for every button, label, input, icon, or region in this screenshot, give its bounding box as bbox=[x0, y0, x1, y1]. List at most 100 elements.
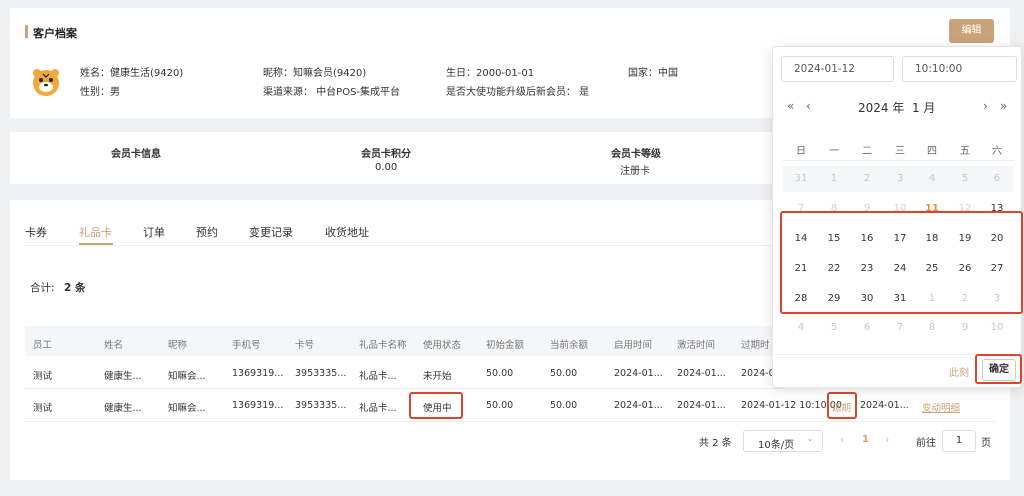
tab-appointments[interactable]: 预约 bbox=[196, 224, 218, 240]
cell: 测试 bbox=[33, 403, 53, 414]
cell: 礼品卡... bbox=[359, 371, 397, 382]
prev-month-icon[interactable]: ‹ bbox=[806, 99, 811, 113]
calendar-day[interactable]: 31 bbox=[789, 173, 813, 184]
cell: 2024-01... bbox=[677, 400, 726, 411]
field-channel: 渠道来源： 中台POS-集成平台 bbox=[263, 87, 401, 98]
current-page[interactable]: 1 bbox=[862, 434, 869, 445]
card-level-title: 会员卡等级 bbox=[611, 149, 661, 160]
th-balance: 当前余额 bbox=[550, 340, 589, 351]
th-nickname: 昵称 bbox=[168, 340, 188, 351]
calendar-range-highlight bbox=[780, 211, 1023, 314]
next-page-icon[interactable]: › bbox=[885, 433, 889, 446]
date-input[interactable]: 2024-01-12 bbox=[781, 56, 894, 82]
cell: 50.00 bbox=[550, 400, 578, 411]
card-level-value: 注册卡 bbox=[620, 166, 650, 177]
calendar-day[interactable]: 8 bbox=[920, 322, 944, 333]
page-suffix: 页 bbox=[981, 438, 991, 449]
prev-year-icon[interactable]: « bbox=[787, 99, 794, 113]
calendar-day[interactable]: 4 bbox=[789, 322, 813, 333]
cell: 50.00 bbox=[550, 368, 578, 379]
field-ambassador: 是否大使功能升级后新会员： 是 bbox=[446, 87, 590, 98]
profile-title: 客户档案 bbox=[33, 27, 77, 40]
summary-label: 合计: bbox=[30, 282, 55, 294]
th-activate-time: 激活时间 bbox=[677, 340, 716, 351]
page-size-select[interactable]: 10条/页 ⌄ bbox=[743, 430, 823, 452]
calendar-day[interactable]: 5 bbox=[822, 322, 846, 333]
cell: 2024-01... bbox=[614, 400, 663, 411]
calendar-day[interactable]: 7 bbox=[888, 322, 912, 333]
next-year-icon[interactable]: » bbox=[1000, 99, 1007, 113]
calendar-header: 2024 年 1 月 bbox=[858, 101, 936, 115]
change-detail-link[interactable]: 变动明细 bbox=[922, 400, 960, 414]
prev-page-icon[interactable]: ‹ bbox=[840, 433, 844, 446]
extend-highlight-box bbox=[827, 392, 857, 419]
field-name: 姓名：健康生活(9420) bbox=[80, 68, 184, 79]
time-input[interactable]: 10:10:00 bbox=[902, 56, 1017, 82]
weekday-label: 三 bbox=[895, 146, 905, 157]
th-name: 姓名 bbox=[104, 340, 124, 351]
calendar-day[interactable]: 1 bbox=[822, 173, 846, 184]
calendar-day[interactable]: 4 bbox=[920, 173, 944, 184]
confirm-highlight-box bbox=[975, 354, 1022, 384]
cell: 健康生... bbox=[104, 403, 142, 414]
page-size-value: 10条/页 bbox=[758, 440, 795, 451]
field-nickname: 昵称：知嘛会员(9420) bbox=[263, 68, 367, 79]
field-gender: 性别：男 bbox=[80, 87, 120, 98]
calendar-day[interactable]: 3 bbox=[888, 173, 912, 184]
tab-giftcard[interactable]: 礼品卡 bbox=[79, 224, 112, 240]
tab-coupon[interactable]: 卡券 bbox=[25, 224, 47, 240]
field-birthday: 生日：2000-01-01 bbox=[446, 68, 535, 79]
cell: 礼品卡... bbox=[359, 403, 397, 414]
tab-address[interactable]: 收货地址 bbox=[325, 224, 369, 240]
calendar-day[interactable]: 10 bbox=[985, 322, 1009, 333]
cell: 1369319... bbox=[232, 400, 284, 411]
cell: 知嘛会... bbox=[168, 371, 206, 382]
tab-change-log[interactable]: 变更记录 bbox=[249, 224, 293, 240]
card-points-title: 会员卡积分 bbox=[361, 149, 411, 160]
card-info-title: 会员卡信息 bbox=[111, 149, 161, 160]
goto-input[interactable]: 1 bbox=[942, 430, 976, 452]
cell: 2024-01... bbox=[860, 400, 909, 411]
summary-count: 2 条 bbox=[64, 282, 86, 294]
th-giftcard-name: 礼品卡名称 bbox=[359, 340, 407, 351]
cell: 知嘛会... bbox=[168, 403, 206, 414]
goto-label: 前往 bbox=[916, 438, 936, 449]
calendar-day[interactable]: 5 bbox=[953, 173, 977, 184]
th-status: 使用状态 bbox=[423, 340, 462, 351]
cell: 3953335... bbox=[295, 400, 347, 411]
profile-title-bar bbox=[25, 25, 28, 38]
calendar-day[interactable]: 6 bbox=[985, 173, 1009, 184]
card-points-value: 0.00 bbox=[375, 162, 398, 173]
field-country: 国家：中国 bbox=[628, 68, 678, 79]
status-highlight-box bbox=[409, 392, 463, 419]
cell-status: 未开始 bbox=[423, 371, 452, 382]
weekday-label: 日 bbox=[796, 146, 806, 157]
calendar-day[interactable]: 9 bbox=[953, 322, 977, 333]
tabs-divider bbox=[25, 245, 785, 246]
th-expire-time: 过期时 bbox=[741, 340, 770, 351]
cell: 1369319... bbox=[232, 368, 284, 379]
weekday-divider bbox=[783, 160, 1013, 161]
cell: 测试 bbox=[33, 371, 53, 382]
cell: 3953335... bbox=[295, 368, 347, 379]
th-card-no: 卡号 bbox=[295, 340, 315, 351]
th-start-time: 启用时间 bbox=[614, 340, 653, 351]
th-initial-amount: 初始金额 bbox=[486, 340, 525, 351]
th-phone: 手机号 bbox=[232, 340, 261, 351]
cell: 50.00 bbox=[486, 400, 514, 411]
cell: 2024-01... bbox=[677, 368, 726, 379]
pagination-total: 共 2 条 bbox=[699, 438, 732, 449]
cell: 健康生... bbox=[104, 371, 142, 382]
chevron-down-icon: ⌄ bbox=[806, 434, 814, 444]
now-button[interactable]: 此刻 bbox=[949, 364, 969, 379]
cell: 2024-01... bbox=[614, 368, 663, 379]
edit-button[interactable]: 编辑 bbox=[949, 19, 994, 43]
avatar bbox=[30, 66, 62, 98]
tab-orders[interactable]: 订单 bbox=[143, 224, 165, 240]
weekday-label: 五 bbox=[960, 146, 970, 157]
next-month-icon[interactable]: › bbox=[983, 99, 988, 113]
calendar-day[interactable]: 2 bbox=[855, 173, 879, 184]
weekday-label: 一 bbox=[829, 146, 839, 157]
calendar-day[interactable]: 6 bbox=[855, 322, 879, 333]
tiger-avatar-icon bbox=[33, 69, 59, 96]
